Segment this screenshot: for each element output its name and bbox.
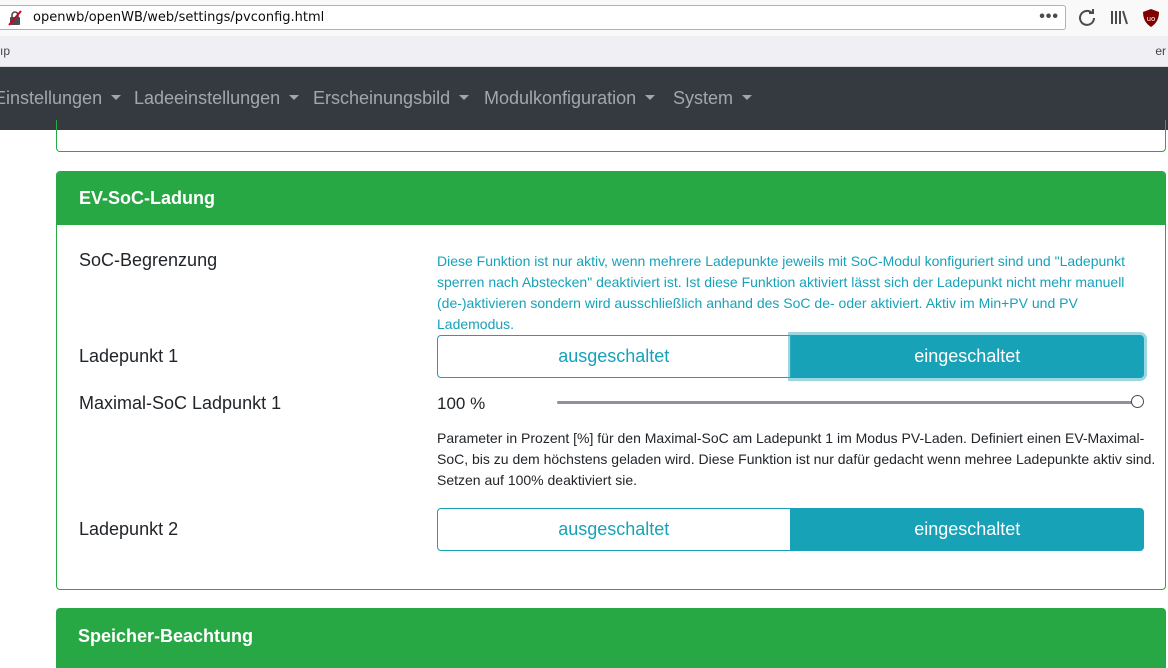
card-title: Speicher-Beachtung bbox=[78, 626, 254, 646]
ev-soc-card: EV-SoC-Ladung SoC-Begrenzung Diese Funkt… bbox=[56, 171, 1166, 590]
lp2-toggle-group: ausgeschaltet eingeschaltet bbox=[437, 508, 1144, 551]
chevron-down-icon bbox=[289, 95, 300, 100]
max-soc-value: 100 % bbox=[437, 394, 486, 413]
lp1-on-button[interactable]: eingeschaltet bbox=[790, 335, 1144, 378]
nav-einstellungen[interactable]: Einstellungen bbox=[0, 88, 122, 109]
nav-label: Erscheinungsbild bbox=[313, 88, 451, 108]
previous-card bbox=[56, 120, 1166, 152]
browser-toolbar: openwb/openWB/web/settings/pvconfig.html… bbox=[0, 0, 1168, 37]
url-text[interactable]: openwb/openWB/web/settings/pvconfig.html bbox=[33, 10, 324, 25]
soc-limit-label: SoC-Begrenzung bbox=[79, 250, 218, 270]
chevron-down-icon bbox=[645, 95, 656, 100]
bookmark-item[interactable]: ıp bbox=[0, 44, 10, 58]
lp2-label: Ladepunkt 2 bbox=[79, 519, 179, 539]
lp1-off-button[interactable]: ausgeschaltet bbox=[437, 335, 791, 378]
chevron-down-icon bbox=[742, 95, 753, 100]
lp1-label: Ladepunkt 1 bbox=[79, 346, 179, 366]
library-icon[interactable] bbox=[1108, 7, 1130, 29]
insecure-connection-icon[interactable] bbox=[7, 10, 23, 26]
card-header: EV-SoC-Ladung bbox=[57, 172, 1165, 225]
nav-modulkonfiguration[interactable]: Modulkonfiguration bbox=[484, 88, 656, 109]
max-soc-info: Parameter in Prozent [%] für den Maximal… bbox=[437, 430, 1156, 488]
nav-label: Modulkonfiguration bbox=[484, 88, 637, 108]
chevron-down-icon bbox=[459, 95, 470, 100]
url-bar[interactable]: openwb/openWB/web/settings/pvconfig.html… bbox=[0, 5, 1066, 30]
more-icon[interactable]: ••• bbox=[1039, 8, 1059, 26]
ublock-icon[interactable]: uo bbox=[1140, 7, 1162, 29]
nav-ladeeinstellungen[interactable]: Ladeeinstellungen bbox=[134, 88, 300, 109]
max-soc-label: Maximal-SoC Ladpunkt 1 bbox=[79, 393, 282, 413]
bookmark-item[interactable]: er bbox=[1155, 44, 1166, 58]
bookmarks-toolbar: ıp er bbox=[0, 36, 1168, 67]
svg-text:uo: uo bbox=[1147, 15, 1156, 23]
lp1-toggle-group: ausgeschaltet eingeschaltet bbox=[437, 335, 1144, 378]
speicher-card: Speicher-Beachtung bbox=[56, 608, 1166, 668]
nav-label: Ladeeinstellungen bbox=[134, 88, 281, 108]
max-soc-slider-thumb[interactable] bbox=[1130, 395, 1144, 408]
reload-icon[interactable] bbox=[1076, 7, 1098, 29]
lp2-off-button[interactable]: ausgeschaltet bbox=[437, 508, 791, 551]
nav-label: Einstellungen bbox=[0, 88, 103, 108]
nav-erscheinungsbild[interactable]: Erscheinungsbild bbox=[313, 88, 470, 109]
chevron-down-icon bbox=[111, 95, 122, 100]
card-title: EV-SoC-Ladung bbox=[79, 188, 215, 208]
max-soc-slider-track[interactable] bbox=[557, 401, 1137, 404]
nav-system[interactable]: System bbox=[673, 88, 753, 109]
soc-limit-info: Diese Funktion ist nur aktiv, wenn mehre… bbox=[437, 253, 1125, 332]
nav-label: System bbox=[673, 88, 734, 108]
lp2-on-button[interactable]: eingeschaltet bbox=[790, 508, 1144, 551]
